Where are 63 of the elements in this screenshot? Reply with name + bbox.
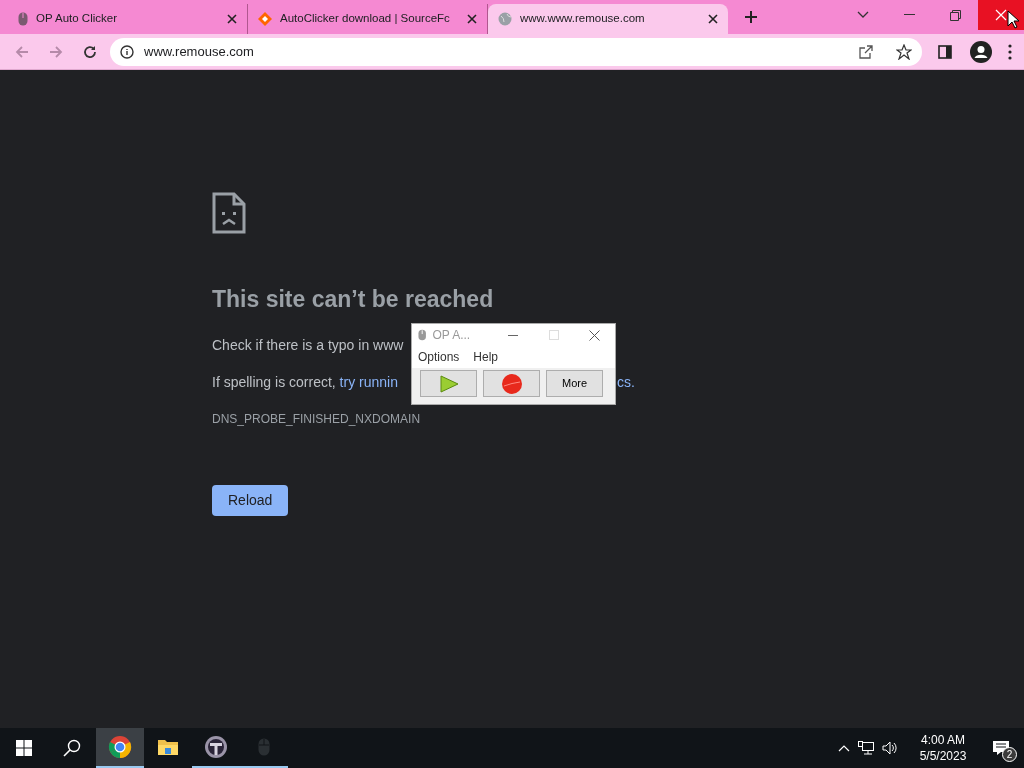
minimize-icon: [507, 334, 518, 336]
address-bar[interactable]: www.remouse.com: [110, 37, 922, 66]
taskbar-app[interactable]: [96, 728, 144, 768]
tab-title: AutoClicker download | SourceFc: [280, 11, 451, 27]
info-icon: [120, 44, 134, 59]
close-icon[interactable]: [708, 14, 718, 24]
tab-title: OP Auto Clicker: [36, 11, 118, 27]
browser-tab[interactable]: www.www.remouse.com: [488, 4, 728, 34]
tab-title: www.www.remouse.com: [520, 11, 646, 27]
notifications-button[interactable]: 2: [978, 728, 1024, 768]
back-arrow-icon: [14, 43, 30, 60]
clock-time: 4:00 AM: [921, 732, 965, 748]
diagnostics-link[interactable]: try runnin: [339, 373, 398, 390]
sad-page-icon: [212, 192, 246, 234]
maximize-icon: [548, 330, 559, 340]
mouse-icon: [258, 738, 270, 756]
start-button[interactable]: [420, 370, 477, 397]
forward-arrow-icon: [48, 43, 64, 60]
folder-icon: [157, 738, 179, 756]
clock-date: 5/5/2023: [919, 748, 967, 764]
profile-avatar-icon[interactable]: [970, 40, 992, 63]
stop-button[interactable]: [483, 370, 540, 397]
clock[interactable]: 4:00 AM 5/5/2023: [910, 732, 976, 764]
plus-icon: [744, 10, 758, 24]
error-message: cs.: [617, 372, 635, 392]
close-icon[interactable]: [467, 14, 477, 24]
menu-item[interactable]: Help: [473, 348, 499, 366]
cursor-icon: [1007, 10, 1019, 29]
window-title: OP A...: [432, 327, 472, 344]
record-icon: [500, 372, 523, 395]
chrome-icon: [108, 735, 132, 759]
share-icon[interactable]: [858, 43, 874, 60]
notification-count: 2: [1002, 747, 1017, 762]
show-hidden-icons-icon[interactable]: [838, 744, 850, 752]
reload-icon: [82, 43, 98, 60]
error-message: If spelling is correct,: [212, 373, 337, 390]
menu-icon[interactable]: [1008, 43, 1012, 60]
volume-icon[interactable]: [882, 741, 898, 755]
error-heading: This site can’t be reached: [212, 285, 494, 314]
network-icon[interactable]: [858, 741, 874, 755]
mouse-icon: [18, 12, 28, 26]
menu-item[interactable]: Options: [418, 348, 460, 366]
globe-icon: [498, 12, 512, 26]
diamond-icon: [258, 12, 272, 26]
close-icon: [995, 9, 1007, 21]
error-message: Check if there is a typo in www: [212, 335, 404, 355]
mouse-icon: [418, 329, 427, 341]
more-button[interactable]: More: [546, 370, 603, 397]
chevron-down-icon: [857, 11, 869, 19]
close-button[interactable]: [978, 0, 1024, 30]
bookmark-star-icon[interactable]: [896, 43, 912, 60]
windows-logo-icon: [16, 740, 32, 756]
reload-button[interactable]: Reload: [212, 484, 289, 516]
restore-icon: [949, 9, 961, 21]
error-code: DNS_PROBE_FINISHED_NXDOMAIN: [212, 410, 421, 428]
url-text: www.remouse.com: [144, 42, 255, 61]
search-icon: [63, 739, 81, 757]
side-panel-icon[interactable]: [938, 44, 952, 59]
t-logo-icon: [204, 735, 228, 759]
minimize-icon: [903, 14, 915, 16]
close-icon[interactable]: [227, 14, 237, 24]
play-icon: [438, 374, 459, 393]
close-icon: [589, 329, 600, 341]
